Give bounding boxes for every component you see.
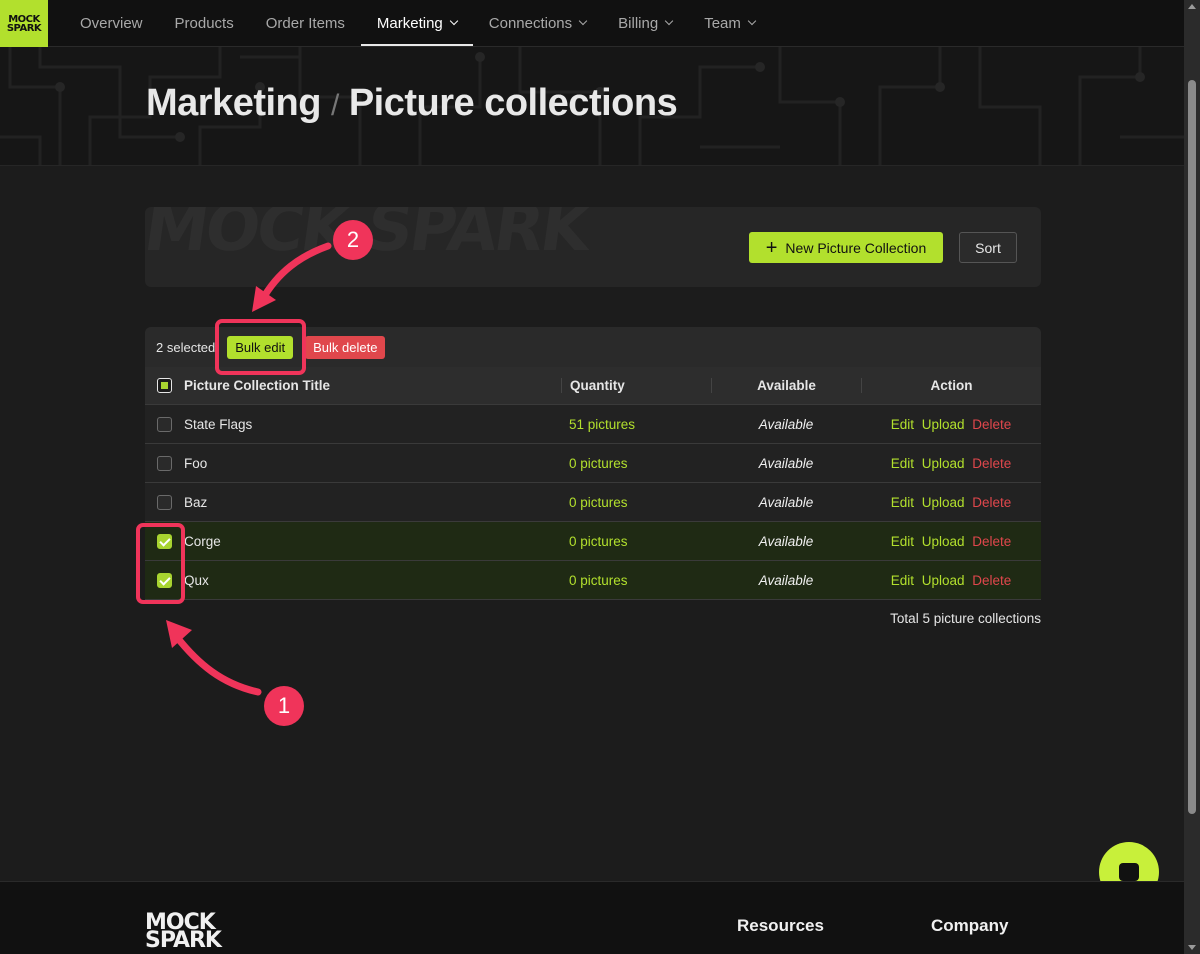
row-quantity-link[interactable]: 0 pictures: [569, 534, 628, 549]
page-scrollbar[interactable]: [1184, 0, 1200, 954]
row-delete-link[interactable]: Delete: [972, 495, 1011, 510]
logo-text: MOCK SPARK: [6, 13, 42, 34]
column-header-available[interactable]: Available: [711, 378, 861, 393]
nav-items: Overview Products Order Items Marketing Conn…: [64, 0, 771, 46]
row-delete-link[interactable]: Delete: [972, 573, 1011, 588]
annotation-step-1-badge: 1: [264, 686, 304, 726]
row-checkbox[interactable]: [157, 494, 172, 510]
nav-item-order-items[interactable]: Order Items: [250, 0, 361, 46]
column-header-title[interactable]: Picture Collection Title: [184, 378, 561, 393]
breadcrumb-current: Picture collections: [348, 82, 678, 124]
row-edit-link[interactable]: Edit: [891, 573, 914, 588]
nav-item-label: Billing: [618, 14, 659, 32]
bulk-delete-button[interactable]: Bulk delete: [305, 335, 386, 359]
row-upload-link[interactable]: Upload: [922, 573, 965, 588]
nav-item-label: Order Items: [265, 14, 345, 32]
row-delete-link[interactable]: Delete: [972, 417, 1011, 432]
new-picture-collection-button[interactable]: + New Picture Collection: [749, 232, 943, 263]
brand-logo[interactable]: MOCK SPARK: [0, 0, 48, 47]
scroll-down-arrow-icon[interactable]: [1188, 945, 1196, 950]
row-available: Available: [758, 455, 814, 471]
nav-item-label: Connections: [488, 14, 573, 32]
annotation-highlight-bulk-edit: [215, 319, 306, 375]
row-available: Available: [758, 416, 814, 432]
row-checkbox[interactable]: [157, 455, 172, 471]
footer-logo[interactable]: MOCK SPARK: [145, 912, 222, 952]
row-quantity-link[interactable]: 51 pictures: [569, 417, 635, 432]
breadcrumb-separator: /: [330, 89, 339, 122]
chevron-down-icon: [747, 16, 757, 26]
row-delete-link[interactable]: Delete: [972, 456, 1011, 471]
row-available: Available: [758, 494, 814, 510]
chevron-down-icon: [664, 16, 674, 26]
row-upload-link[interactable]: Upload: [922, 534, 965, 549]
row-title: State Flags: [184, 416, 253, 432]
row-edit-link[interactable]: Edit: [891, 456, 914, 471]
scroll-up-arrow-icon[interactable]: [1188, 4, 1196, 9]
selection-count: 2 selected: [156, 339, 216, 355]
row-edit-link[interactable]: Edit: [891, 495, 914, 510]
new-button-label: New Picture Collection: [785, 239, 927, 256]
row-edit-link[interactable]: Edit: [891, 417, 914, 432]
row-upload-link[interactable]: Upload: [922, 456, 965, 471]
table-body: State Flags 51 pictures Available Edit Uplo…: [145, 405, 1041, 600]
row-upload-link[interactable]: Upload: [922, 417, 965, 432]
plus-icon: +: [765, 236, 778, 259]
nav-item-marketing[interactable]: Marketing: [360, 0, 473, 46]
breadcrumb-section[interactable]: Marketing: [146, 82, 321, 124]
column-header-quantity[interactable]: Quantity: [561, 378, 711, 393]
nav-item-label: Products: [174, 14, 234, 32]
row-quantity-link[interactable]: 0 pictures: [569, 456, 628, 471]
row-checkbox[interactable]: [157, 416, 172, 432]
chat-bubble-icon: [1119, 863, 1139, 886]
footer: MOCK SPARK Resources Company: [0, 881, 1184, 954]
table-row: Foo 0 pictures Available Edit Upload Delete: [145, 444, 1041, 483]
nav-item-products[interactable]: Products: [159, 0, 250, 46]
page-header: Marketing / Picture collections: [0, 47, 1184, 166]
toolbar-card: MOCK SPARK + New Picture Collection Sort: [145, 207, 1041, 287]
chevron-down-icon: [578, 16, 588, 26]
select-all-checkbox[interactable]: [157, 378, 172, 393]
table-row: State Flags 51 pictures Available Edit Uplo…: [145, 405, 1041, 444]
table-row: Corge 0 pictures Available Edit Upload Dele…: [145, 522, 1041, 561]
row-edit-link[interactable]: Edit: [891, 534, 914, 549]
row-available: Available: [758, 533, 814, 549]
row-available: Available: [758, 572, 814, 588]
nav-item-billing[interactable]: Billing: [602, 0, 688, 46]
nav-item-label: Overview: [80, 14, 143, 32]
footer-heading-company: Company: [931, 916, 1009, 935]
scrollbar-thumb[interactable]: [1188, 80, 1196, 814]
row-quantity-link[interactable]: 0 pictures: [569, 573, 628, 588]
column-header-action: Action: [861, 378, 1041, 393]
row-upload-link[interactable]: Upload: [922, 495, 965, 510]
row-title: Baz: [184, 494, 208, 510]
page-title: Marketing / Picture collections: [146, 82, 678, 125]
table-row: Qux 0 pictures Available Edit Upload Delete: [145, 561, 1041, 600]
footer-heading-resources: Resources: [737, 916, 824, 935]
row-title: Foo: [184, 455, 208, 471]
nav-item-label: Team: [704, 14, 741, 32]
annotation-highlight-checkboxes: [136, 523, 185, 604]
annotation-step-2-badge: 2: [333, 220, 373, 260]
nav-item-team[interactable]: Team: [688, 0, 771, 46]
chevron-down-icon: [449, 16, 459, 26]
nav-item-label: Marketing: [376, 14, 443, 32]
nav-item-overview[interactable]: Overview: [64, 0, 159, 46]
nav-item-connections[interactable]: Connections: [473, 0, 602, 46]
row-delete-link[interactable]: Delete: [972, 534, 1011, 549]
row-title: Corge: [184, 533, 221, 549]
total-count: Total 5 picture collections: [890, 611, 1041, 626]
table-row: Baz 0 pictures Available Edit Upload Delete: [145, 483, 1041, 522]
top-nav: MOCK SPARK Overview Products Order Items Mar…: [0, 0, 1184, 47]
row-title: Qux: [184, 572, 209, 588]
sort-button[interactable]: Sort: [959, 232, 1017, 263]
row-quantity-link[interactable]: 0 pictures: [569, 495, 628, 510]
